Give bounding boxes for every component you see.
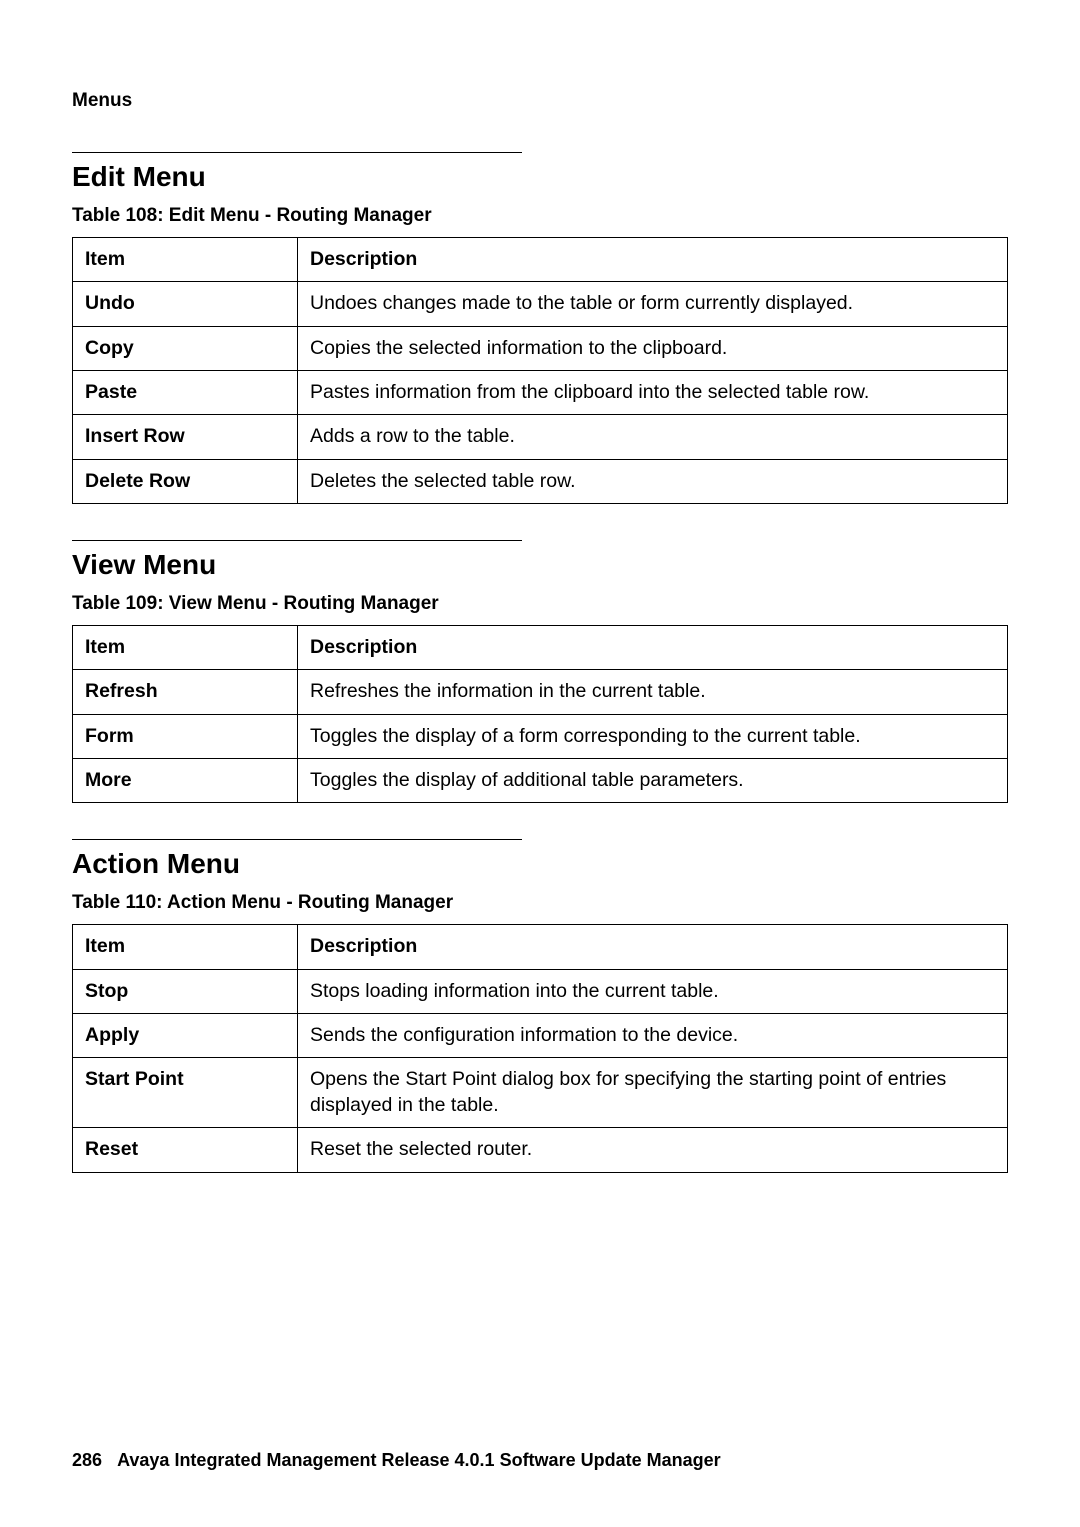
table-cell-item: Delete Row <box>73 459 298 503</box>
table-row: Reset Reset the selected router. <box>73 1128 1008 1172</box>
table-cell-description: Undoes changes made to the table or form… <box>298 282 1008 326</box>
table-cell-item: Insert Row <box>73 415 298 459</box>
table-header-description: Description <box>298 925 1008 969</box>
edit-menu-heading: Edit Menu <box>72 161 1008 193</box>
page-footer: 286 Avaya Integrated Management Release … <box>72 1450 721 1471</box>
table-row: Form Toggles the display of a form corre… <box>73 714 1008 758</box>
footer-doc-title: Avaya Integrated Management Release 4.0.… <box>117 1450 721 1470</box>
table-cell-description: Stops loading information into the curre… <box>298 969 1008 1013</box>
table-cell-description: Copies the selected information to the c… <box>298 326 1008 370</box>
table-cell-description: Toggles the display of a form correspond… <box>298 714 1008 758</box>
action-menu-table: Item Description Stop Stops loading info… <box>72 924 1008 1172</box>
table-row: Apply Sends the configuration informatio… <box>73 1014 1008 1058</box>
table-cell-item: Refresh <box>73 670 298 714</box>
section-divider <box>72 152 522 153</box>
table-cell-item: Copy <box>73 326 298 370</box>
table-header-row: Item Description <box>73 626 1008 670</box>
table-cell-item: Apply <box>73 1014 298 1058</box>
table-header-item: Item <box>73 925 298 969</box>
table-cell-item: Undo <box>73 282 298 326</box>
table-cell-description: Pastes information from the clipboard in… <box>298 371 1008 415</box>
table-header-item: Item <box>73 626 298 670</box>
table-cell-description: Deletes the selected table row. <box>298 459 1008 503</box>
action-menu-table-caption: Table 110: Action Menu - Routing Manager <box>72 892 1008 914</box>
table-cell-item: Start Point <box>73 1058 298 1128</box>
page-number: 286 <box>72 1450 102 1470</box>
table-cell-description: Toggles the display of additional table … <box>298 759 1008 803</box>
table-header-description: Description <box>298 626 1008 670</box>
page: Menus Edit Menu Table 108: Edit Menu - R… <box>0 0 1080 1527</box>
table-cell-description: Refreshes the information in the current… <box>298 670 1008 714</box>
table-header-description: Description <box>298 238 1008 282</box>
table-cell-description: Reset the selected router. <box>298 1128 1008 1172</box>
table-header-row: Item Description <box>73 925 1008 969</box>
table-cell-item: Stop <box>73 969 298 1013</box>
table-cell-item: Paste <box>73 371 298 415</box>
section-divider <box>72 540 522 541</box>
table-row: Start Point Opens the Start Point dialog… <box>73 1058 1008 1128</box>
action-menu-heading: Action Menu <box>72 848 1008 880</box>
section-divider <box>72 839 522 840</box>
view-menu-table: Item Description Refresh Refreshes the i… <box>72 625 1008 803</box>
table-cell-item: More <box>73 759 298 803</box>
table-cell-description: Adds a row to the table. <box>298 415 1008 459</box>
table-row: Undo Undoes changes made to the table or… <box>73 282 1008 326</box>
table-row: Refresh Refreshes the information in the… <box>73 670 1008 714</box>
table-cell-item: Form <box>73 714 298 758</box>
edit-menu-table: Item Description Undo Undoes changes mad… <box>72 237 1008 504</box>
view-menu-table-caption: Table 109: View Menu - Routing Manager <box>72 593 1008 615</box>
table-row: Paste Pastes information from the clipbo… <box>73 371 1008 415</box>
table-cell-item: Reset <box>73 1128 298 1172</box>
page-header-title: Menus <box>72 90 1008 112</box>
table-cell-description: Sends the configuration information to t… <box>298 1014 1008 1058</box>
view-menu-heading: View Menu <box>72 549 1008 581</box>
table-header-row: Item Description <box>73 238 1008 282</box>
table-row: More Toggles the display of additional t… <box>73 759 1008 803</box>
table-row: Insert Row Adds a row to the table. <box>73 415 1008 459</box>
table-row: Copy Copies the selected information to … <box>73 326 1008 370</box>
table-header-item: Item <box>73 238 298 282</box>
table-row: Delete Row Deletes the selected table ro… <box>73 459 1008 503</box>
edit-menu-table-caption: Table 108: Edit Menu - Routing Manager <box>72 205 1008 227</box>
table-row: Stop Stops loading information into the … <box>73 969 1008 1013</box>
table-cell-description: Opens the Start Point dialog box for spe… <box>298 1058 1008 1128</box>
